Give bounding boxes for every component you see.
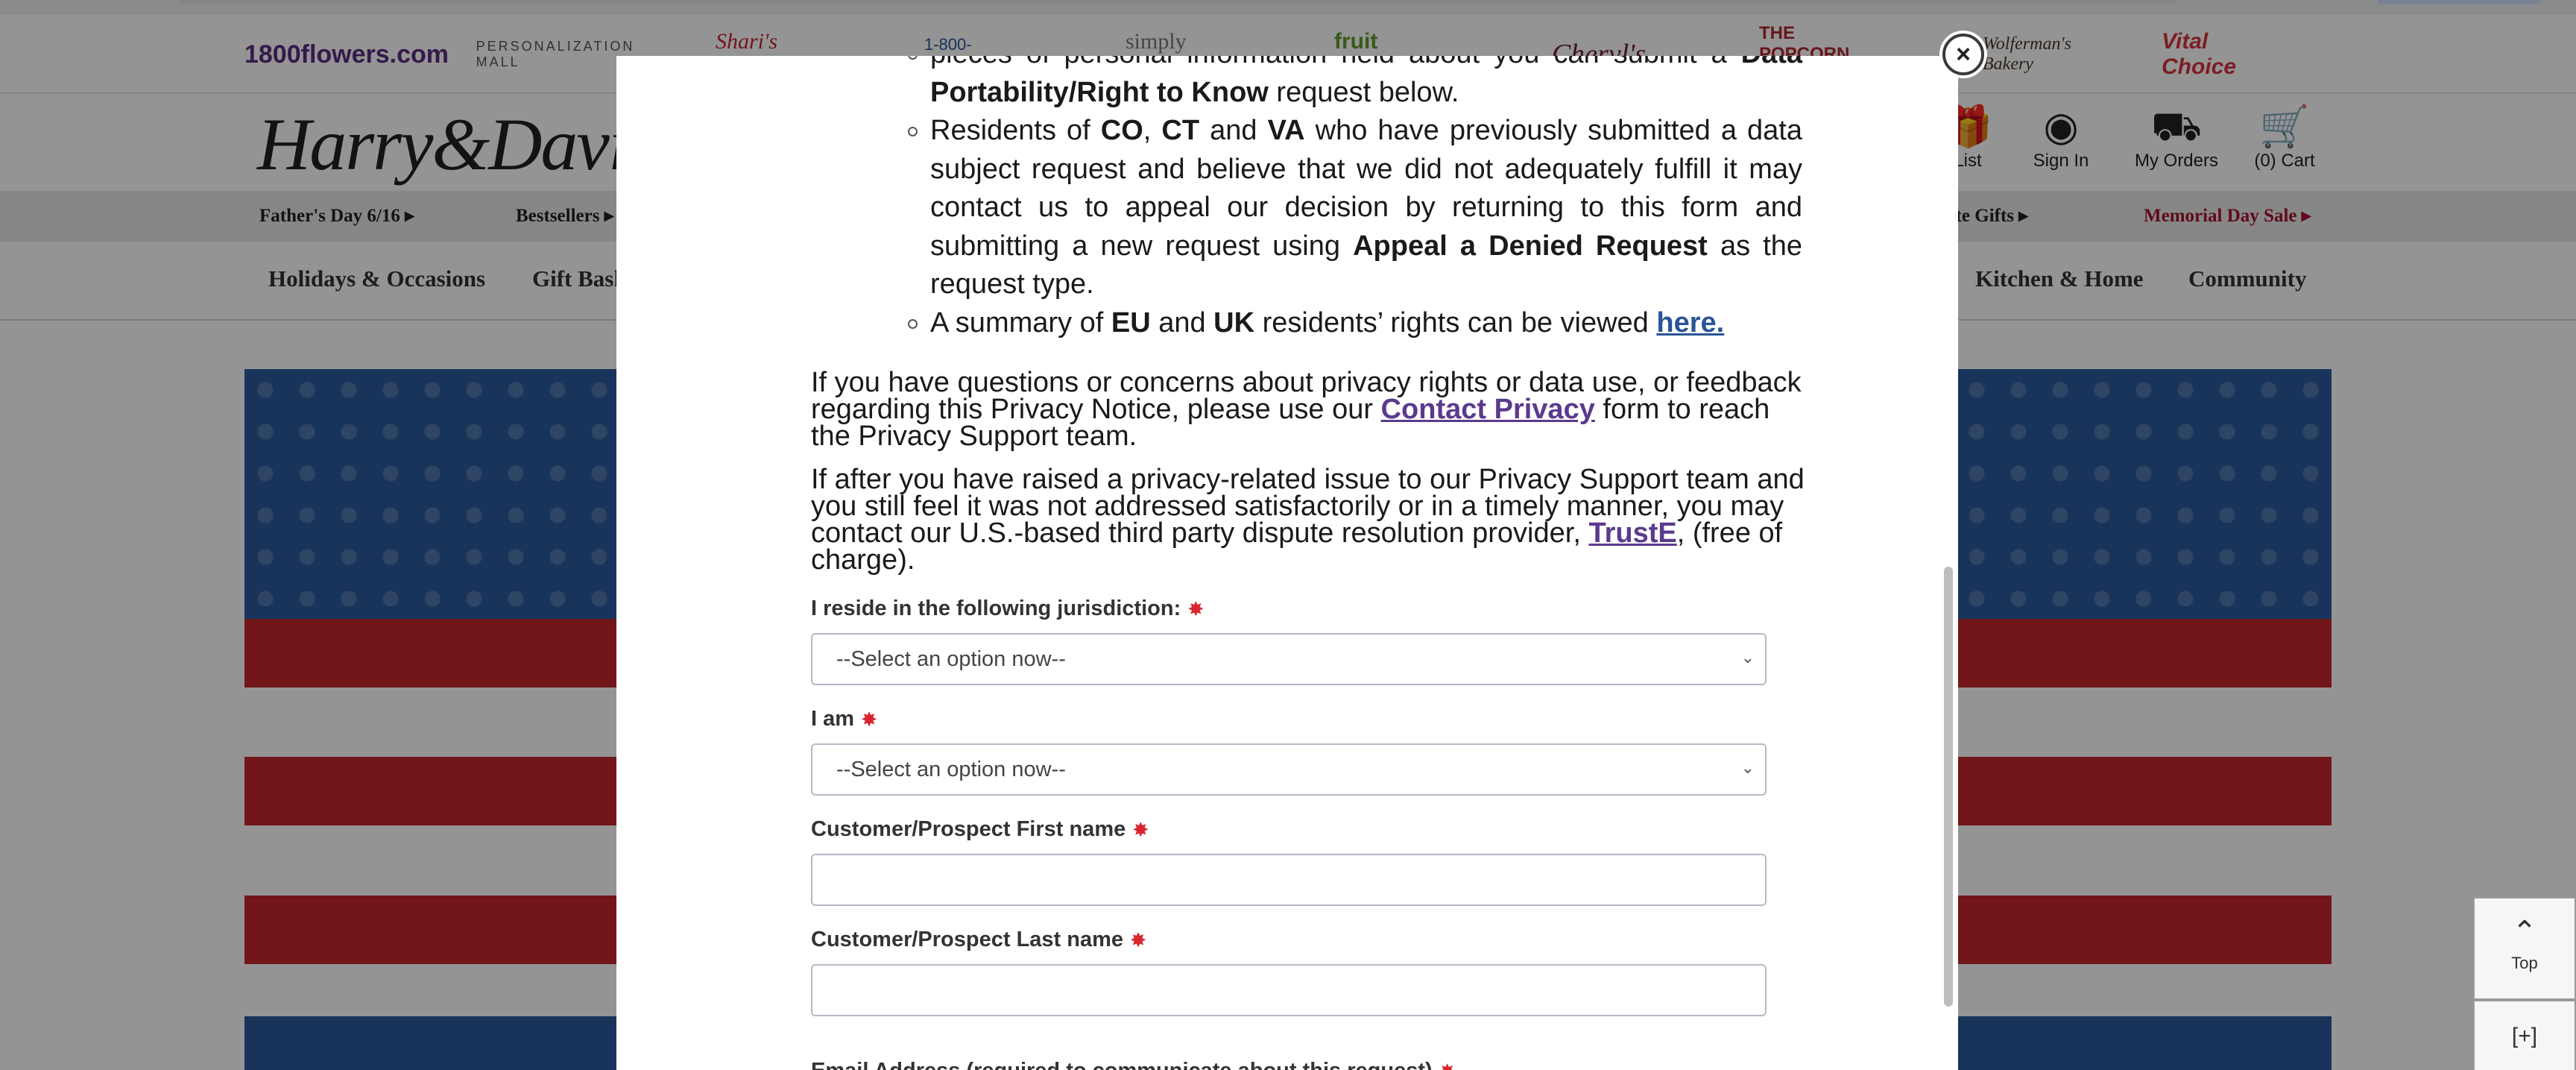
- back-to-top-button[interactable]: ⌃ Top: [2473, 897, 2576, 1000]
- i-am-label: I am ✸: [811, 707, 877, 731]
- bullet2-ct: CT: [1161, 115, 1200, 146]
- rights-list: pieces of personal information held abou…: [908, 56, 1802, 343]
- first-name-field[interactable]: [811, 854, 1767, 906]
- required-icon: ✸: [1188, 599, 1204, 620]
- last-name-label-text: Customer/Prospect Last name: [811, 928, 1124, 951]
- bullet2-text: Residents of: [930, 115, 1101, 146]
- i-am-label-text: I am: [811, 707, 855, 731]
- privacy-request-modal: pieces of personal information held abou…: [616, 56, 1958, 1070]
- required-icon: ✸: [1131, 930, 1146, 951]
- bullet1-text: pieces of personal information held abou…: [930, 56, 1741, 69]
- truste-link[interactable]: TrustE: [1588, 517, 1676, 549]
- bullet2-sep: ,: [1143, 115, 1162, 146]
- bullet2-and: and: [1199, 115, 1268, 146]
- bullet2-bold: Appeal a Denied Request: [1353, 230, 1708, 262]
- list-item: pieces of personal information held abou…: [908, 56, 1802, 112]
- first-name-label: Customer/Prospect First name ✸: [811, 817, 1148, 842]
- feedback-button[interactable]: [+]: [2473, 1000, 2576, 1070]
- chevron-down-icon: ⌄: [1740, 648, 1755, 667]
- jurisdiction-select[interactable]: --Select an option now-- ⌄: [811, 633, 1767, 685]
- truste-paragraph: If after you have raised a privacy-relat…: [811, 465, 1810, 574]
- chevron-down-icon: ⌄: [1740, 758, 1755, 777]
- required-icon: ✸: [1440, 1062, 1455, 1070]
- jurisdiction-label: I reside in the following jurisdiction: ✸: [811, 597, 1203, 621]
- bullet-icon: [908, 127, 918, 136]
- back-to-top-label: Top: [2511, 954, 2538, 972]
- modal-scrollbar[interactable]: [1944, 567, 1953, 1007]
- email-label-text: Email Address (required to communicate a…: [811, 1059, 1433, 1070]
- bullet2-va: VA: [1267, 115, 1305, 146]
- bullet2-co: CO: [1100, 115, 1143, 146]
- bullet3-eu: EU: [1111, 306, 1151, 339]
- contact-privacy-paragraph: If you have questions or concerns about …: [811, 368, 1810, 450]
- close-icon: ×: [1956, 40, 1971, 69]
- first-name-label-text: Customer/Prospect First name: [811, 817, 1126, 841]
- bullet3-body: residents’ rights can be viewed: [1254, 306, 1657, 339]
- chevron-up-icon: ⌃: [2512, 916, 2537, 948]
- required-icon: ✸: [1133, 819, 1149, 840]
- eu-uk-rights-link[interactable]: here.: [1656, 307, 1724, 339]
- bullet-icon: [908, 56, 918, 60]
- i-am-select[interactable]: --Select an option now-- ⌄: [811, 743, 1767, 796]
- i-am-select-value: --Select an option now--: [836, 757, 1066, 781]
- list-item: A summary of EU and UK residents’ rights…: [908, 304, 1802, 343]
- contact-privacy-link[interactable]: Contact Privacy: [1381, 394, 1595, 425]
- jurisdiction-label-text: I reside in the following jurisdiction:: [811, 597, 1181, 620]
- email-label: Email Address (required to communicate a…: [811, 1059, 1455, 1070]
- list-item: Residents of CO, CT and VA who have prev…: [908, 112, 1802, 304]
- bullet1-post: request below.: [1268, 76, 1459, 108]
- bullet3-uk: UK: [1213, 306, 1255, 339]
- jurisdiction-select-value: --Select an option now--: [836, 646, 1066, 671]
- feedback-plus-icon: [+]: [2511, 1024, 2538, 1048]
- bullet3-text: A summary of: [930, 306, 1111, 339]
- required-icon: ✸: [862, 709, 877, 730]
- last-name-label: Customer/Prospect Last name ✸: [811, 928, 1146, 952]
- bullet-icon: [908, 318, 918, 329]
- close-modal-button[interactable]: ×: [1942, 34, 1984, 75]
- bullet3-and: and: [1150, 306, 1214, 339]
- last-name-field[interactable]: [811, 964, 1767, 1016]
